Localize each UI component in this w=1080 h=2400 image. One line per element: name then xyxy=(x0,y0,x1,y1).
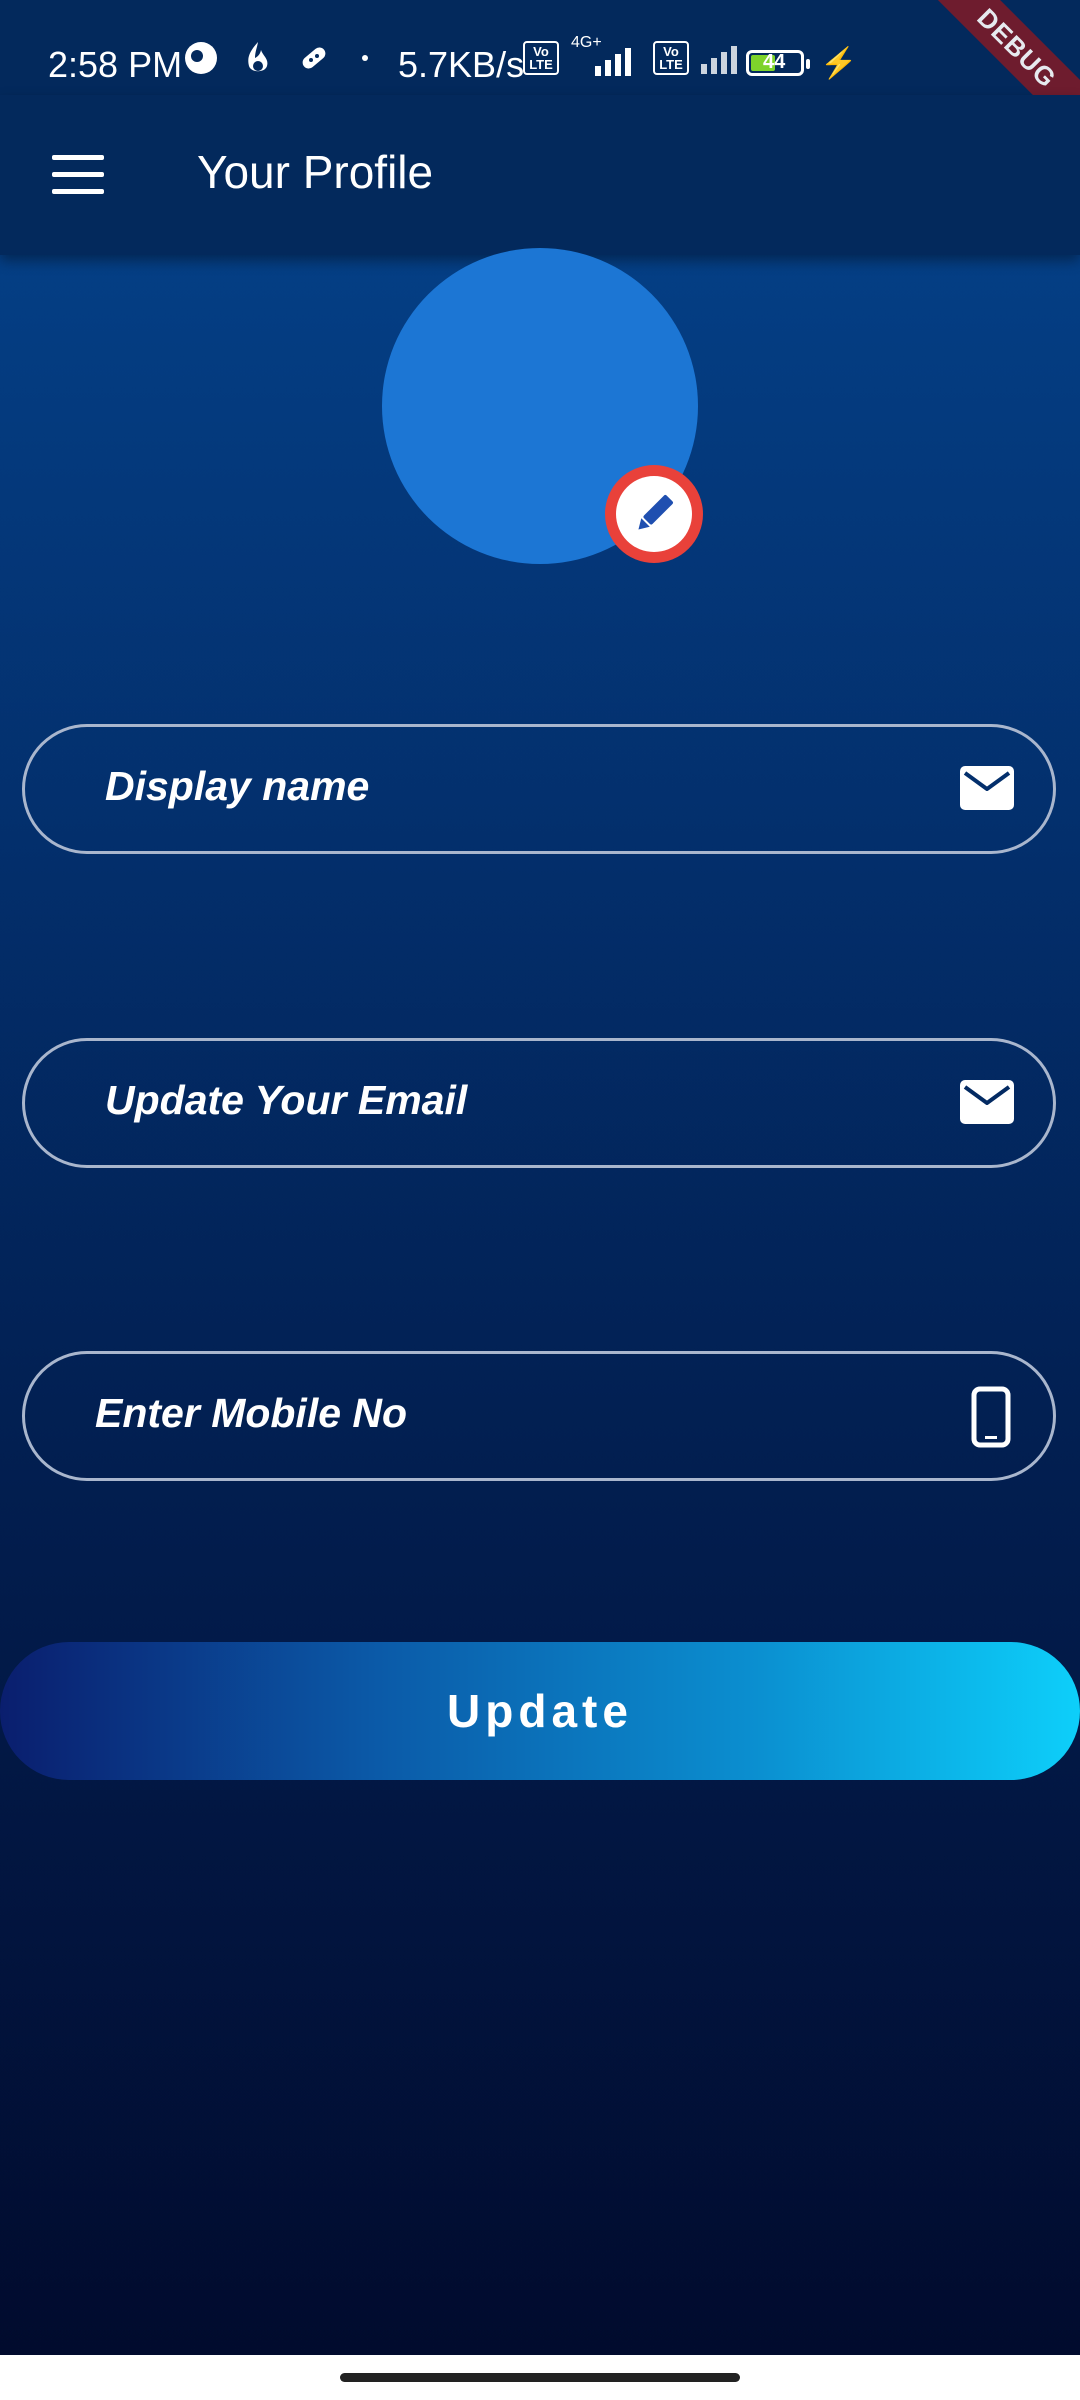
volte-badge-1: Vo LTE xyxy=(523,41,559,75)
volte-badge-2: Vo LTE xyxy=(653,41,689,75)
phone-icon xyxy=(971,1386,1011,1448)
battery-icon: 44 xyxy=(746,50,810,76)
email-field[interactable]: Update Your Email xyxy=(22,1038,1056,1168)
network-speed: 5.7KB/s xyxy=(398,44,525,85)
dot-icon xyxy=(362,55,368,61)
update-button[interactable]: Update xyxy=(0,1642,1080,1780)
signal-bars-icon xyxy=(701,42,737,74)
mail-icon xyxy=(960,1080,1014,1124)
pill-icon xyxy=(302,47,326,69)
battery-level: 44 xyxy=(763,51,786,73)
status-bar: 2:58 PM 5.7KB/s Vo LTE 4G+ Vo LTE 44 ⚡ xyxy=(0,0,1080,95)
flame-icon xyxy=(248,42,268,72)
app-bar: Your Profile xyxy=(0,95,1080,255)
mobile-field[interactable]: Enter Mobile No xyxy=(22,1351,1056,1481)
status-notification-icons xyxy=(183,40,375,76)
mail-icon xyxy=(960,766,1014,810)
edit-avatar-button[interactable] xyxy=(605,465,703,563)
system-nav-bar xyxy=(0,2355,1080,2400)
display-name-placeholder: Display name xyxy=(105,763,370,809)
page-title: Your Profile xyxy=(197,146,434,198)
ring-icon xyxy=(185,42,217,74)
display-name-field[interactable]: Display name xyxy=(22,724,1056,854)
home-gesture-handle[interactable] xyxy=(340,2373,740,2382)
hamburger-menu-icon[interactable] xyxy=(52,155,104,195)
email-placeholder: Update Your Email xyxy=(105,1077,468,1123)
signal-4g: 4G+ xyxy=(571,34,641,76)
status-time: 2:58 PM xyxy=(48,44,183,85)
mobile-placeholder: Enter Mobile No xyxy=(95,1390,408,1436)
signal-bars-icon xyxy=(595,44,631,76)
pencil-icon xyxy=(638,495,673,530)
update-button-label: Update xyxy=(447,1685,633,1737)
charging-bolt-icon: ⚡ xyxy=(820,47,858,80)
network-indicators: Vo LTE 4G+ Vo LTE xyxy=(523,34,737,76)
